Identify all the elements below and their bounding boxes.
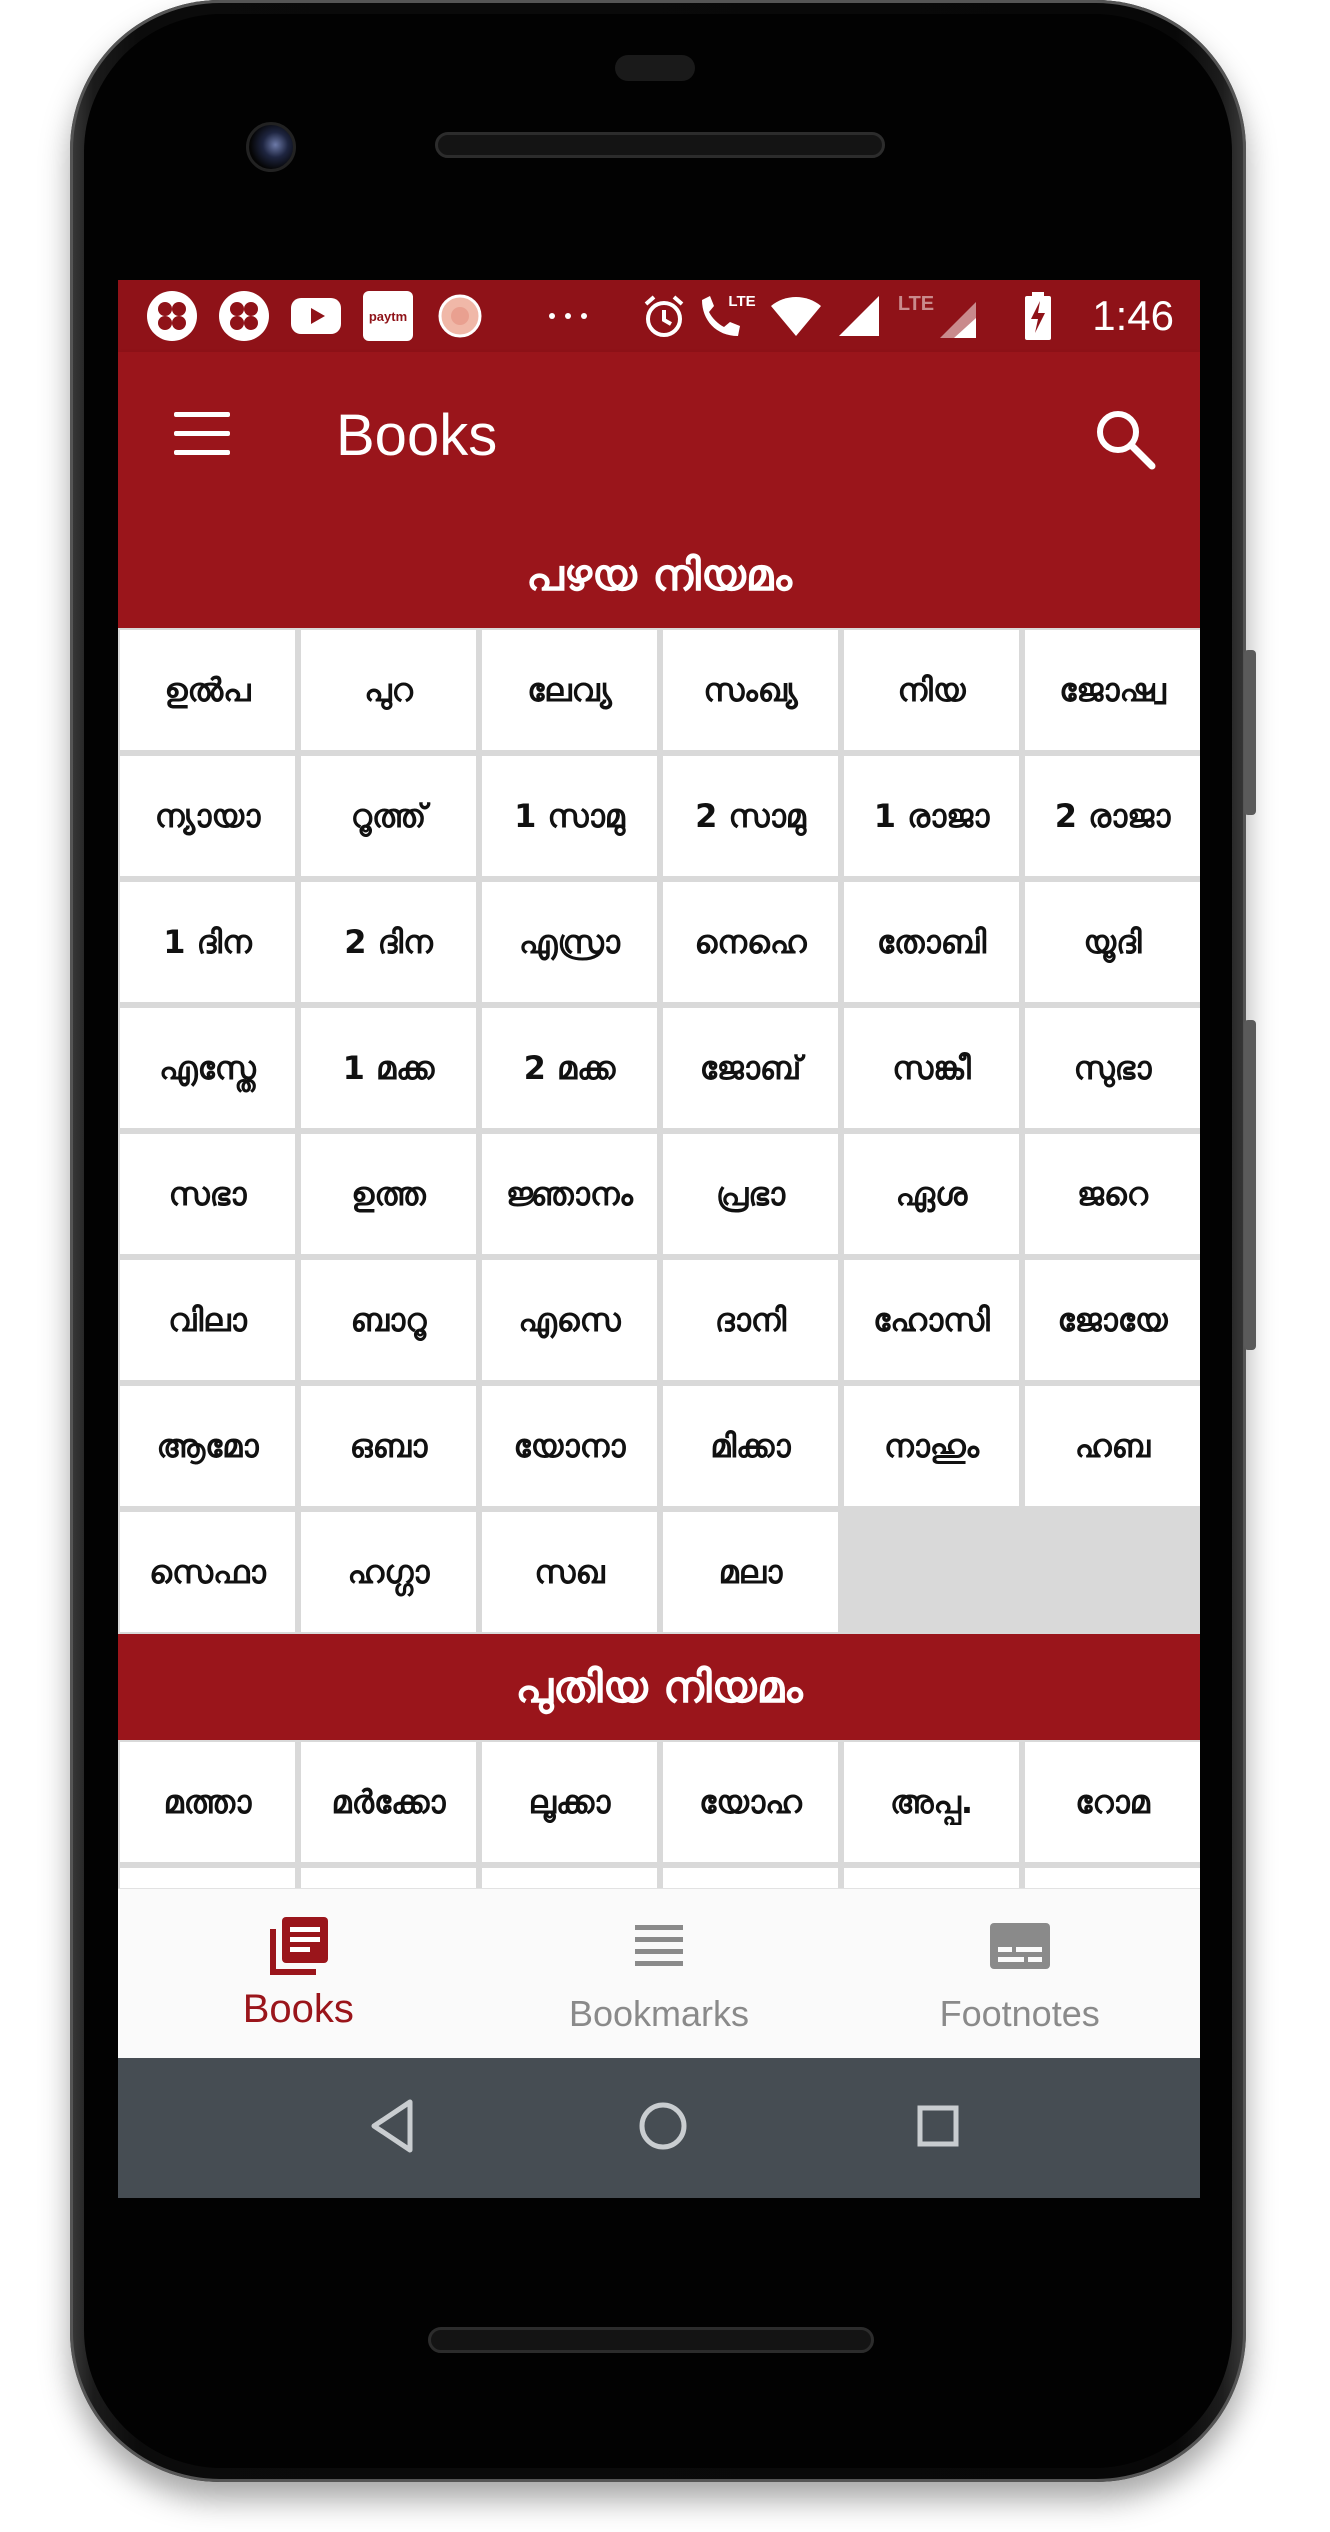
old-testament-book-cell[interactable]: 2 സാമു [663,756,838,876]
old-testament-book-cell[interactable]: ജോബ് [663,1008,838,1128]
old-testament-book-cell[interactable]: സെഫാ [120,1512,295,1632]
bookmarks-list-icon [629,1915,689,1979]
old-testament-book-cell[interactable]: ഉൽപ [120,630,295,750]
empty-cell [844,1512,1019,1632]
old-testament-book-cell[interactable]: 1 മക്ക [301,1008,476,1128]
system-navigation-bar [118,2058,1200,2198]
old-testament-book-cell[interactable]: ജ്ഞാനം [482,1134,657,1254]
old-testament-grid: ഉൽപ പുറ ലേവ്യ സംഖ്യ നിയ ജോഷ്വ ന്യായാ റൂത്ത് 1 സാ… [118,628,1200,1634]
old-testament-book-cell[interactable]: ജറെ [1025,1134,1200,1254]
home-icon[interactable] [633,2096,693,2160]
volte-call-icon: LTE [696,290,760,342]
lte-signal-icon: LTE [890,290,980,342]
old-testament-book-cell[interactable]: ജോയേ [1025,1260,1200,1380]
old-testament-book-cell[interactable]: ന്യായാ [120,756,295,876]
new-testament-book-cell[interactable]: മത്താ [120,1742,295,1862]
new-testament-book-cell[interactable]: റോമ [1025,1742,1200,1862]
nav-books-label: Books [242,1987,354,2031]
status-time: 1:46 [1092,292,1174,339]
old-testament-book-cell[interactable]: 2 മക്ക [482,1008,657,1128]
old-testament-book-cell[interactable]: നിയ [844,630,1019,750]
old-testament-book-cell[interactable]: 2 രാജാ [1025,756,1200,876]
signal-icon [834,290,884,342]
new-testament-book-cell[interactable]: ലൂക്കാ [482,1742,657,1862]
app-flower-icon [144,290,200,342]
top-sensor [615,55,695,81]
old-testament-book-cell[interactable]: ഹഗ്ഗാ [301,1512,476,1632]
nav-books[interactable]: Books [118,1889,479,2059]
old-testament-book-cell[interactable]: നാഹും [844,1386,1019,1506]
old-testament-book-cell[interactable]: റൂത്ത് [301,756,476,876]
old-testament-book-cell[interactable]: ഹബ [1025,1386,1200,1506]
back-icon[interactable] [368,2096,418,2160]
search-icon[interactable] [1090,404,1160,474]
old-testament-book-cell[interactable]: എസെ [482,1260,657,1380]
bottom-navigation: Books Bookmarks Footnotes [118,1888,1200,2059]
recents-icon[interactable] [908,2096,968,2160]
status-bar: paytm LTE LTE 1:46 [118,280,1200,352]
lte-label: LTE [728,293,755,310]
nav-footnotes[interactable]: Footnotes [839,1889,1200,2059]
old-testament-book-cell[interactable]: ആമോ [120,1386,295,1506]
nav-bookmarks-label: Bookmarks [568,1993,750,2034]
old-testament-book-cell[interactable]: മലാ [663,1512,838,1632]
old-testament-book-cell[interactable]: ജോഷ്വ [1025,630,1200,750]
old-testament-book-cell[interactable]: സുഭാ [1025,1008,1200,1128]
wifi-icon [768,290,824,342]
old-testament-book-cell[interactable]: ബാറൂ [301,1260,476,1380]
old-testament-book-cell[interactable]: സഭാ [120,1134,295,1254]
page-title: Books [336,403,498,468]
top-speaker-grille [435,132,885,158]
volume-button [1244,1020,1256,1350]
nav-bookmarks[interactable]: Bookmarks [479,1889,840,2059]
bottom-speaker-grille [428,2327,874,2353]
camera-shutter-icon [432,290,488,342]
old-testament-book-cell[interactable]: ദാനി [663,1260,838,1380]
old-testament-book-cell[interactable]: പ്രഭാ [663,1134,838,1254]
lte-label-2: LTE [898,293,934,315]
old-testament-book-cell[interactable]: യോനാ [482,1386,657,1506]
old-testament-book-cell[interactable]: ഉത്ത [301,1134,476,1254]
old-testament-book-cell[interactable]: ഏശ [844,1134,1019,1254]
old-testament-header: പഴയ നിയമം [118,522,1200,628]
new-testament-book-cell[interactable]: യോഹ [663,1742,838,1862]
footnotes-icon [988,1915,1052,1979]
app-flower-icon [216,290,272,342]
menu-icon[interactable] [174,412,230,460]
old-testament-book-cell[interactable]: സഖ [482,1512,657,1632]
alarm-icon [638,290,690,342]
youtube-icon [288,290,344,342]
paytm-label: paytm [369,309,407,324]
old-testament-book-cell[interactable]: മിക്കാ [663,1386,838,1506]
old-testament-book-cell[interactable]: 1 രാജാ [844,756,1019,876]
power-button [1244,650,1256,815]
old-testament-book-cell[interactable]: സങ്കീ [844,1008,1019,1128]
old-testament-book-cell[interactable]: 1 സാമു [482,756,657,876]
old-testament-book-cell[interactable]: യൂദി [1025,882,1200,1002]
old-testament-book-cell[interactable]: എസ്രാ [482,882,657,1002]
books-icon [266,1915,330,1983]
app-bar: Books [118,352,1200,522]
new-testament-book-cell[interactable]: മർക്കോ [301,1742,476,1862]
old-testament-book-cell[interactable]: നെഹെ [663,882,838,1002]
old-testament-book-cell[interactable]: ലേവ്യ [482,630,657,750]
new-testament-book-cell[interactable]: അപ്പ. [844,1742,1019,1862]
old-testament-book-cell[interactable]: 1 ദിന [120,882,295,1002]
front-camera [246,122,296,172]
old-testament-book-cell[interactable]: തോബി [844,882,1019,1002]
old-testament-book-cell[interactable]: ഒബാ [301,1386,476,1506]
more-dots-icon [538,290,598,342]
old-testament-book-cell[interactable]: 2 ദിന [301,882,476,1002]
screen: paytm LTE LTE 1:46 Books പഴയ നിയമം ഉൽപ പ… [118,280,1200,2198]
nav-footnotes-label: Footnotes [939,1993,1100,2034]
old-testament-book-cell[interactable]: പുറ [301,630,476,750]
old-testament-book-cell[interactable]: എസ്തേ [120,1008,295,1128]
battery-charging-icon [1018,290,1058,342]
new-testament-header: പുതിയ നിയമം [118,1634,1200,1740]
paytm-icon: paytm [360,290,416,342]
empty-cell [1025,1512,1200,1632]
old-testament-book-cell[interactable]: സംഖ്യ [663,630,838,750]
old-testament-book-cell[interactable]: വിലാ [120,1260,295,1380]
old-testament-book-cell[interactable]: ഹോസി [844,1260,1019,1380]
